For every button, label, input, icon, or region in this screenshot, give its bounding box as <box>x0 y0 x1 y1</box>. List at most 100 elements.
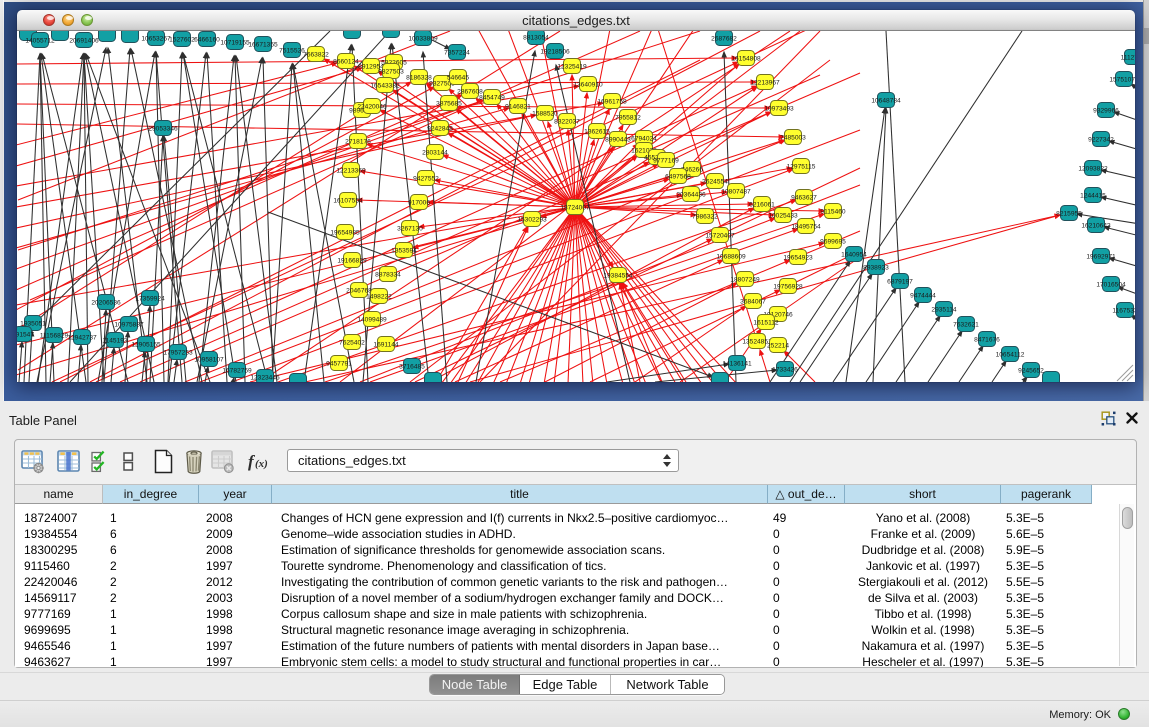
graph-edge[interactable] <box>17 207 575 305</box>
graph-node-label: 10033809 <box>408 35 438 42</box>
graph-edge[interactable] <box>98 52 155 382</box>
delete-column-icon[interactable] <box>211 449 234 479</box>
graph-edge[interactable] <box>232 169 793 382</box>
graph-edge[interactable] <box>886 31 905 382</box>
table-selector-combobox[interactable]: citations_edges.txt <box>287 449 679 472</box>
cell-year: 2012 <box>199 574 272 590</box>
cell-short: Stergiakouli et al. (2012) <box>845 574 1001 590</box>
cell-pagerank: 5.3E–5 <box>1001 510 1092 526</box>
graph-node-label: 13640910 <box>573 81 603 88</box>
cell-short: Jankovic et al. (1997) <box>845 558 1001 574</box>
graph-edge[interactable] <box>465 207 575 382</box>
graph-node-teal[interactable] <box>383 31 400 38</box>
column-header-short[interactable]: short <box>845 485 1001 504</box>
graph-node-teal[interactable] <box>290 374 307 383</box>
table-row[interactable]: 946362711997Embryonic stem cells: a mode… <box>15 654 1092 667</box>
table-row[interactable]: 1830029562008Estimation of significance … <box>15 542 1092 558</box>
graph-edge[interactable] <box>352 45 368 382</box>
outer-scrollbar-strip[interactable] <box>1143 0 1149 401</box>
row-height-icon[interactable] <box>123 449 134 479</box>
graph-edge[interactable] <box>623 283 686 382</box>
tab-edge-table[interactable]: Edge Table <box>520 675 611 694</box>
column-header-title[interactable]: title <box>272 485 768 504</box>
graph-edge[interactable] <box>78 345 81 382</box>
graph-edge[interactable] <box>363 44 391 382</box>
graph-edge[interactable] <box>392 44 429 382</box>
graph-node-label: 9777169 <box>653 157 679 164</box>
resize-grip[interactable] <box>1127 375 1133 381</box>
table-row[interactable]: 911546021997Tourette syndrome. Phenomeno… <box>15 558 1092 574</box>
graph-edge[interactable] <box>866 302 919 382</box>
column-header-name[interactable]: name <box>15 485 103 504</box>
graph-node-label: 19166829 <box>337 257 367 264</box>
table-row[interactable]: 1456911722003Disruption of a novel membe… <box>15 590 1092 606</box>
graph-node-teal[interactable] <box>52 31 69 41</box>
cell-name: 9463627 <box>15 654 103 667</box>
graph-node-label: 12975115 <box>787 163 816 170</box>
table-row[interactable]: 1938455462009Genome–wide association stu… <box>15 526 1092 542</box>
graph-edge[interactable] <box>928 331 962 382</box>
cell-short: Dudbridge et al. (2008) <box>845 542 1001 558</box>
graph-edge[interactable] <box>174 360 177 382</box>
table-row[interactable]: 977716911998Corpus callosum shape and si… <box>15 606 1092 622</box>
cell-short: Hescheler et al. (1997) <box>845 654 1001 667</box>
graph-node-label: 14055712 <box>25 37 55 44</box>
graph-edge[interactable] <box>575 207 702 382</box>
column-header-year[interactable]: year <box>199 485 272 504</box>
column-header-out_de[interactable]: △ out_de… <box>768 485 845 504</box>
cell-in_degree: 2 <box>103 574 199 590</box>
select-rows-icon[interactable] <box>91 449 108 479</box>
graph-node-teal[interactable] <box>1043 372 1060 383</box>
function-builder-icon[interactable]: f(x) <box>247 449 273 479</box>
close-panel-icon[interactable] <box>1126 412 1138 424</box>
graph-node-teal[interactable] <box>712 373 729 383</box>
delete-table-icon[interactable] <box>183 449 205 479</box>
graph-edge[interactable] <box>272 64 292 382</box>
cell-year: 1997 <box>199 638 272 654</box>
graph-node-teal[interactable] <box>425 373 442 383</box>
graph-node-teal[interactable] <box>344 31 361 39</box>
graph-node-label: 9242848 <box>427 125 453 132</box>
graph-edge[interactable] <box>263 58 273 382</box>
table-row[interactable]: 2242004622012Investigating the contribut… <box>15 574 1092 590</box>
column-header-pagerank[interactable]: pagerank <box>1001 485 1092 504</box>
table-body: 1872400712008Changes of HCN gene express… <box>15 510 1092 667</box>
table-row[interactable]: 969969511998Structural magnetic resonanc… <box>15 622 1092 638</box>
graph-edge[interactable] <box>959 346 983 382</box>
column-header-in_degree[interactable]: in_degree <box>103 485 199 504</box>
graph-edge[interactable] <box>779 73 860 108</box>
graph-edge[interactable] <box>455 260 723 382</box>
graph-edge[interactable] <box>140 112 771 382</box>
table-settings-icon[interactable] <box>21 449 45 479</box>
graph-edge[interactable] <box>760 350 770 382</box>
table-vertical-scrollbar[interactable] <box>1119 504 1134 666</box>
cell-title: Corpus callosum shape and size in male p… <box>272 606 768 622</box>
tab-node-table[interactable]: Node Table <box>430 675 520 694</box>
show-columns-icon[interactable] <box>57 449 81 479</box>
graph-edge[interactable] <box>635 306 746 382</box>
graph-edge[interactable] <box>544 207 575 382</box>
graph-edge[interactable] <box>111 348 114 382</box>
cell-name: 18724007 <box>15 510 103 526</box>
graph-node-teal[interactable] <box>99 31 116 42</box>
table-row[interactable]: 1872400712008Changes of HCN gene express… <box>15 510 1092 526</box>
tab-network-table[interactable]: Network Table <box>611 675 724 694</box>
outer-scrollbar-thumb[interactable] <box>1144 28 1149 44</box>
create-table-icon[interactable] <box>153 449 174 479</box>
graph-edge[interactable] <box>1101 197 1135 206</box>
resize-grip[interactable] <box>1122 370 1133 381</box>
graph-edge[interactable] <box>746 31 860 58</box>
graph-edge[interactable] <box>529 207 575 382</box>
network-canvas[interactable]: 1405571220691406106532671527602646616010… <box>17 31 1135 382</box>
scrollbar-thumb[interactable] <box>1122 507 1133 529</box>
graph-node-teal[interactable] <box>122 31 139 43</box>
graph-edge[interactable] <box>17 104 770 108</box>
window-titlebar[interactable]: citations_edges.txt <box>17 10 1135 31</box>
cell-pagerank: 5.3E–5 <box>1001 606 1092 622</box>
graph-edge[interactable] <box>800 274 872 382</box>
graph-edge[interactable] <box>992 361 1006 382</box>
graph-edge[interactable] <box>19 342 22 382</box>
float-window-icon[interactable] <box>1101 411 1116 426</box>
table-row[interactable]: 946554611997Estimation of the future num… <box>15 638 1092 654</box>
node-table: namein_degreeyeartitle△ out_de…shortpage… <box>15 484 1136 667</box>
